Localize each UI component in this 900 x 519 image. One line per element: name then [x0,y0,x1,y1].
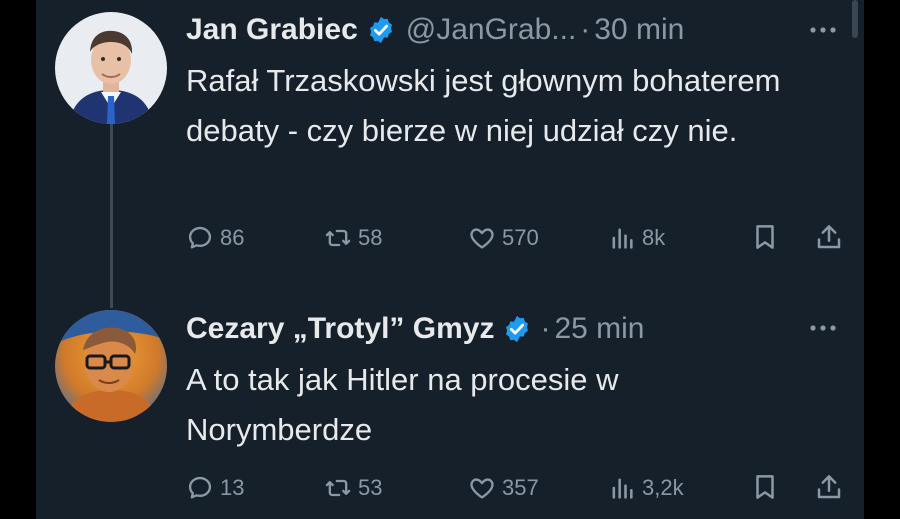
avatar-cezary-gmyz[interactable] [55,310,167,422]
like-button[interactable]: 357 [468,468,539,508]
avatar-jan-grabiec[interactable] [55,12,167,124]
share-icon[interactable] [814,472,844,502]
retweet-button[interactable]: 58 [324,218,382,258]
views-button[interactable]: 3,2k [608,468,684,508]
retweet-icon [325,479,351,497]
share-icon[interactable] [814,222,844,252]
views-button[interactable]: 8k [608,218,665,258]
analytics-icon [612,228,633,249]
like-count: 570 [502,225,539,250]
author-name[interactable]: Jan Grabiec [186,13,358,47]
verified-badge-icon [366,15,396,45]
views-count: 3,2k [642,475,684,500]
retweet-button[interactable]: 53 [324,468,382,508]
timestamp[interactable]: 30 min [594,13,684,47]
reply-count: 13 [220,475,245,500]
scrollbar[interactable] [852,0,858,38]
more-options-icon[interactable] [806,318,842,338]
tweet-actions: 13 53 357 3,2k [186,468,846,508]
reply-count: 86 [220,225,245,250]
like-button[interactable]: 570 [468,218,539,258]
tweet-header: Jan Grabiec @JanGrab... · 30 min [186,12,684,48]
tweet-actions: 86 58 570 8k [186,218,846,258]
screenshot-frame: Jan Grabiec @JanGrab... · 30 min Rafał T… [0,0,900,519]
more-options-icon[interactable] [806,20,842,40]
like-count: 357 [502,475,539,500]
thread-connector-line [110,122,113,308]
reply-button[interactable]: 13 [186,468,244,508]
author-handle[interactable]: @JanGrab... [406,13,577,47]
separator-dot: · [540,312,551,345]
author-name[interactable]: Cezary „Trotyl” Gmyz [186,312,494,346]
bookmark-icon[interactable] [750,222,780,252]
retweet-icon [325,229,351,247]
separator-dot: · [580,13,591,46]
timestamp[interactable]: 25 min [554,312,644,346]
retweet-count: 53 [358,475,383,500]
views-count: 8k [642,225,666,250]
heart-icon [470,478,494,499]
reply-icon [188,226,212,249]
reply-button[interactable]: 86 [186,218,244,258]
heart-icon [470,228,494,249]
bookmark-icon[interactable] [750,472,780,502]
analytics-icon [612,478,633,499]
tweet-text: A to tak jak Hitler na procesie w Norymb… [186,362,619,447]
tweet-header: Cezary „Trotyl” Gmyz · 25 min [186,311,644,347]
reply-icon [188,476,212,499]
tweet-text: Rafał Trzaskowski jest głownym bohaterem… [186,63,781,148]
retweet-count: 58 [358,225,383,250]
verified-badge-icon [502,314,532,344]
